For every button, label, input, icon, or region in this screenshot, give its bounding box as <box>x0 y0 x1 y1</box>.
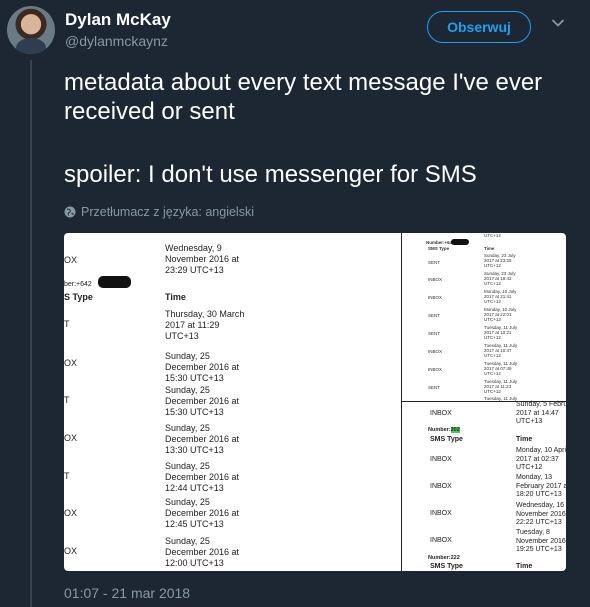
column-header-type: SMS Type <box>430 436 463 443</box>
column-header-type: S Type <box>64 292 93 302</box>
chevron-down-icon[interactable] <box>551 16 565 30</box>
number-value: 202 <box>450 427 460 433</box>
cell-type: OX <box>64 546 78 556</box>
sms-table-left: OX Wednesday, 9 November 2016 at 23:29 U… <box>64 233 401 571</box>
translate-link[interactable]: Przetłumacz z języka: angielski <box>64 205 254 219</box>
number-label: Number:222 <box>428 555 460 561</box>
cell-type: INBOX <box>428 349 443 354</box>
cell-time: Tuesday, 11 July 2017 at 10:47 UTC+12 <box>484 343 518 359</box>
divider <box>401 233 402 571</box>
cell-type: T <box>64 395 70 405</box>
cell-time: Wednesday, 9 November 2016 at 23:29 UTC+… <box>165 243 240 275</box>
avatar[interactable] <box>7 6 55 54</box>
column-header-time: Time <box>165 292 186 302</box>
cell-time: Tuesday, 11 July 2017 at 11:23 UTC+12 <box>484 379 518 395</box>
redaction <box>98 276 131 288</box>
number-label: ber:+642 <box>64 281 92 288</box>
cell-time: Sunday, 23 July 2017 at 23:25 UTC+12 <box>484 253 516 269</box>
globe-icon <box>64 206 76 218</box>
cell-type: INBOX <box>428 367 443 372</box>
cell-type: INBOX <box>430 537 452 544</box>
cell-type: T <box>64 319 70 329</box>
cell-time: Sunday, 25 December 2016 at 12:45 UTC+13 <box>165 497 240 529</box>
cell-time: Tuesday, 11 July 2017 at 07:49 UTC+12 <box>484 361 518 377</box>
cell-time: Monday, 10 July 2017 at 21:41 UTC+12 <box>484 289 517 305</box>
cell-time: Tuesday, 11 July 2017 at 10:21 UTC+12 <box>484 325 518 341</box>
cell-type: INBOX <box>430 510 452 517</box>
author-name[interactable]: Dylan McKay <box>65 10 171 30</box>
cell-type: INBOX <box>430 456 452 463</box>
cell-type: INBOX <box>430 483 452 490</box>
follow-button[interactable]: Obserwuj <box>427 11 531 43</box>
cell-type: INBOX <box>428 295 443 300</box>
cell-type: OX <box>64 358 78 368</box>
cell-time: Monday, 10 April 2017 at 02:37 UTC+12 <box>516 447 566 472</box>
column-header-time: Time <box>516 436 533 443</box>
cell-type: OX <box>64 255 78 265</box>
cell-time: Sunday, 25 December 2016 at 12:00 UTC+13 <box>165 536 240 568</box>
thread-line <box>30 60 32 607</box>
cell-type: SENT <box>428 331 441 336</box>
cell-time: Tuesday, 8 November 2016 a 19:25 UTC+13 <box>516 529 566 554</box>
column-header-time: Time <box>516 563 533 570</box>
cell-time: Thursday, 30 March 2017 at 11:29 UTC+13 <box>165 309 245 341</box>
cell-type: INBOX <box>430 410 452 417</box>
redaction <box>451 239 469 245</box>
cell-type: INBOX <box>428 277 443 282</box>
number-label: Number:202 <box>428 426 460 435</box>
cell-time: Sunday, 25 December 2016 at 12:44 UTC+13 <box>165 461 240 493</box>
column-header-time: Time <box>484 246 495 251</box>
cell-time: Sunday, 23 July 2017 at 18:42 UTC+12 <box>484 271 516 287</box>
cell-type: SENT <box>428 313 441 318</box>
cell-time: Sunday, 25 December 2016 at 13:30 UTC+13 <box>165 423 240 455</box>
translate-label: Przetłumacz z języka: angielski <box>81 205 254 219</box>
cell-type: OX <box>64 433 78 443</box>
tweet-text-paragraph-2: spoiler: I don't use messenger for SMS <box>64 161 477 188</box>
tweet-text-paragraph-1: metadata about every text message I've e… <box>64 69 543 125</box>
cell-time: Monday, 13 February 2017 at 18:20 UTC+13 <box>516 474 566 499</box>
cell-time: Wednesday, 16 November 2016 a 22:22 UTC+… <box>516 502 566 527</box>
author-handle[interactable]: @dylanmckaynz <box>65 33 168 49</box>
tweet-text: metadata about every text message I've e… <box>64 68 574 189</box>
tweet-timestamp[interactable]: 01:07 - 21 mar 2018 <box>64 585 190 601</box>
column-header-type: SMS Type <box>430 563 463 570</box>
cell-time: Sunday, 5 Februa 2017 at 14:47 UTC+13 <box>516 401 566 426</box>
cell-time: UTC+12 <box>484 233 501 238</box>
column-header-type: SMS Type <box>428 246 450 251</box>
cell-time: Tuesday, 11 July <box>484 396 518 401</box>
cell-time: Monday, 10 July 2017 at 22:01 UTC+12 <box>484 307 517 323</box>
cell-type: OX <box>64 508 78 518</box>
cell-type: SENT <box>428 385 441 390</box>
cell-type: T <box>64 471 70 481</box>
cell-time: Sunday, 25 December 2016 at 15:30 UTC+13 <box>165 351 240 383</box>
tweet-image[interactable]: OX Wednesday, 9 November 2016 at 23:29 U… <box>64 233 566 571</box>
cell-type: SENT <box>428 260 441 265</box>
cell-time: Sunday, 25 December 2016 at 15:30 UTC+13 <box>165 385 240 417</box>
number-label-text: Number: <box>428 427 451 433</box>
